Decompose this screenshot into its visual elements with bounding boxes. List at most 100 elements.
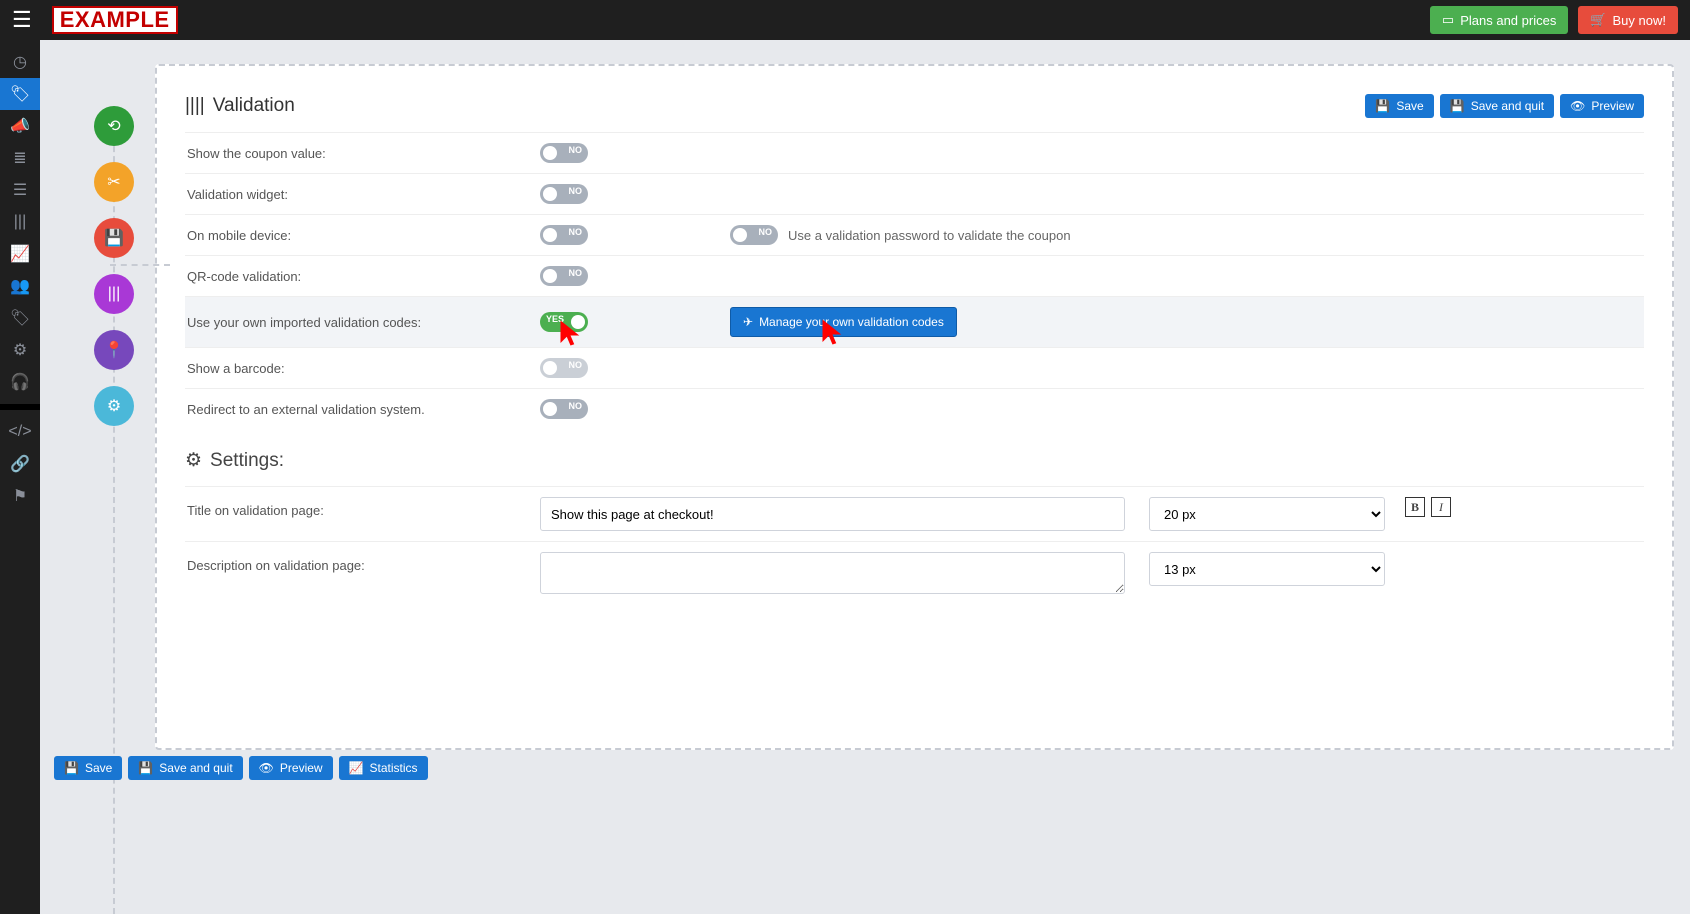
toggle-no-text: NO bbox=[569, 360, 583, 370]
step-validation[interactable]: ||| bbox=[94, 274, 134, 314]
toggle-show-coupon[interactable]: NO bbox=[540, 143, 588, 163]
panel-head: |||| Validation 💾Save 💾Save and quit 👁Pr… bbox=[185, 94, 1644, 118]
bottom-actions: 💾Save 💾Save and quit 👁 Preview 📈Statistic… bbox=[54, 756, 428, 780]
row-on-mobile: On mobile device: NO NO Use a validation… bbox=[185, 214, 1644, 255]
sidebar-link[interactable]: 🔗 bbox=[0, 448, 40, 480]
save-quit-label: Save and quit bbox=[159, 761, 232, 775]
toggle-qr[interactable]: NO bbox=[540, 266, 588, 286]
buy-now-button[interactable]: 🛒 Buy now! bbox=[1578, 6, 1678, 34]
toggle-show-barcode[interactable]: NO bbox=[540, 358, 588, 378]
sidebar-data[interactable]: ≣ bbox=[0, 142, 40, 174]
italic-button[interactable]: I bbox=[1431, 497, 1451, 517]
bottom-statistics-button[interactable]: 📈Statistics bbox=[339, 756, 428, 780]
toggle-no-text: NO bbox=[569, 186, 583, 196]
barcode-icon: ||| bbox=[108, 285, 120, 303]
description-size-select[interactable]: 13 px bbox=[1149, 552, 1385, 586]
panel-title-text: Validation bbox=[213, 95, 295, 117]
step-config[interactable]: ⚙ bbox=[94, 386, 134, 426]
sidebar-dashboard[interactable]: ◷ bbox=[0, 46, 40, 78]
step-location[interactable]: 📍 bbox=[94, 330, 134, 370]
toggle-redirect[interactable]: NO bbox=[540, 399, 588, 419]
step-save[interactable]: 💾 bbox=[94, 218, 134, 258]
gears-icon: ⚙ bbox=[13, 340, 27, 360]
sidebar-separator bbox=[0, 404, 40, 410]
label-description: Description on validation page: bbox=[185, 552, 540, 573]
save-button[interactable]: 💾Save bbox=[1365, 94, 1433, 118]
step-enter[interactable]: ⟲ bbox=[94, 106, 134, 146]
enter-icon: ⟲ bbox=[107, 116, 120, 136]
buy-label: Buy now! bbox=[1613, 13, 1666, 28]
chart-icon: 📈 bbox=[10, 244, 30, 264]
sidebar-code[interactable]: </> bbox=[0, 416, 40, 448]
plans-button[interactable]: ▭ Plans and prices bbox=[1430, 6, 1568, 34]
row-own-codes: Use your own imported validation codes: … bbox=[185, 296, 1644, 347]
sidebar-coupons[interactable]: 🏷 bbox=[0, 78, 40, 110]
row-description: Description on validation page: 13 px bbox=[185, 541, 1644, 609]
logo: EXAMPLE bbox=[52, 6, 178, 34]
step-design[interactable]: ✂ bbox=[94, 162, 134, 202]
sidebar-stats[interactable]: 📈 bbox=[0, 238, 40, 270]
label-title-on-validation: Title on validation page: bbox=[185, 497, 540, 518]
gear-icon: ⚙ bbox=[107, 396, 121, 416]
row-show-coupon-value: Show the coupon value: NO bbox=[185, 132, 1644, 173]
bottom-save-button[interactable]: 💾Save bbox=[54, 756, 122, 780]
sidebar-barcode[interactable]: ||| bbox=[0, 206, 40, 238]
label-redirect-external: Redirect to an external validation syste… bbox=[185, 402, 540, 417]
bottom-preview-button[interactable]: 👁 Preview bbox=[249, 756, 333, 780]
send-icon: ✈ bbox=[743, 315, 753, 329]
toggle-no-text: NO bbox=[569, 227, 583, 237]
menu-toggle-icon[interactable]: ☰ bbox=[12, 7, 32, 33]
sidebar-campaigns[interactable]: 📣 bbox=[0, 110, 40, 142]
toggle-on-mobile[interactable]: NO bbox=[540, 225, 588, 245]
panel-title: |||| Validation bbox=[185, 95, 295, 117]
row-show-barcode: Show a barcode: NO bbox=[185, 347, 1644, 388]
save-icon: 💾 bbox=[104, 228, 124, 248]
scissors-icon: ✂ bbox=[107, 172, 120, 192]
gauge-icon: ◷ bbox=[13, 52, 27, 72]
eye-icon: 👁 bbox=[259, 761, 274, 775]
stage: ⟲ ✂ 💾 ||| 📍 ⚙ |||| Validation 💾Save 💾Sav… bbox=[40, 40, 1674, 914]
save-icon: 💾 bbox=[1375, 99, 1390, 113]
users-icon: 👥 bbox=[10, 276, 30, 296]
step-connector bbox=[110, 264, 170, 266]
sidebar-flag[interactable]: ⚑ bbox=[0, 480, 40, 512]
cursor-icon bbox=[820, 317, 850, 347]
headset-icon: 🎧 bbox=[10, 372, 30, 392]
toggle-no-text: NO bbox=[569, 145, 583, 155]
barcode-icon: |||| bbox=[185, 95, 205, 117]
settings-title: ⚙ Settings: bbox=[185, 449, 1644, 472]
sidebar-list[interactable]: ☰ bbox=[0, 174, 40, 206]
label-show-coupon-value: Show the coupon value: bbox=[185, 146, 540, 161]
manage-codes-label: Manage your own validation codes bbox=[759, 315, 944, 329]
step-rail: ⟲ ✂ 💾 ||| 📍 ⚙ bbox=[70, 80, 150, 914]
list-icon: ☰ bbox=[13, 180, 27, 200]
save-quit-button[interactable]: 💾Save and quit bbox=[1440, 94, 1554, 118]
preview-label: Preview bbox=[280, 761, 323, 775]
sidebar-settings[interactable]: ⚙ bbox=[0, 334, 40, 366]
label-own-codes: Use your own imported validation codes: bbox=[185, 315, 540, 330]
title-size-select[interactable]: 20 px bbox=[1149, 497, 1385, 531]
settings-title-text: Settings: bbox=[210, 450, 284, 472]
top-bar: ☰ EXAMPLE ▭ Plans and prices 🛒 Buy now! bbox=[0, 0, 1690, 40]
flag-icon: ⚑ bbox=[13, 486, 27, 506]
toggle-validation-widget[interactable]: NO bbox=[540, 184, 588, 204]
tag-icon: 🏷 bbox=[10, 84, 30, 104]
plans-label: Plans and prices bbox=[1460, 13, 1556, 28]
sidebar-support[interactable]: 🎧 bbox=[0, 366, 40, 398]
sidebar-users[interactable]: 👥 bbox=[0, 270, 40, 302]
preview-button[interactable]: 👁Preview bbox=[1560, 94, 1644, 118]
toggle-validation-password[interactable]: NO bbox=[730, 225, 778, 245]
database-icon: ≣ bbox=[13, 148, 26, 168]
sidebar-tags[interactable]: 🏷 bbox=[0, 302, 40, 334]
tags-icon: 🏷 bbox=[10, 308, 30, 328]
eye-icon: 👁 bbox=[1570, 99, 1585, 113]
toggle-no-text: NO bbox=[569, 401, 583, 411]
label-show-barcode: Show a barcode: bbox=[185, 361, 540, 376]
bottom-save-quit-button[interactable]: 💾Save and quit bbox=[128, 756, 242, 780]
description-textarea[interactable] bbox=[540, 552, 1125, 594]
title-input[interactable] bbox=[540, 497, 1125, 531]
row-qr-validation: QR-code validation: NO bbox=[185, 255, 1644, 296]
bold-button[interactable]: B bbox=[1405, 497, 1425, 517]
toggle-no-text: NO bbox=[569, 268, 583, 278]
save-label: Save bbox=[85, 761, 112, 775]
